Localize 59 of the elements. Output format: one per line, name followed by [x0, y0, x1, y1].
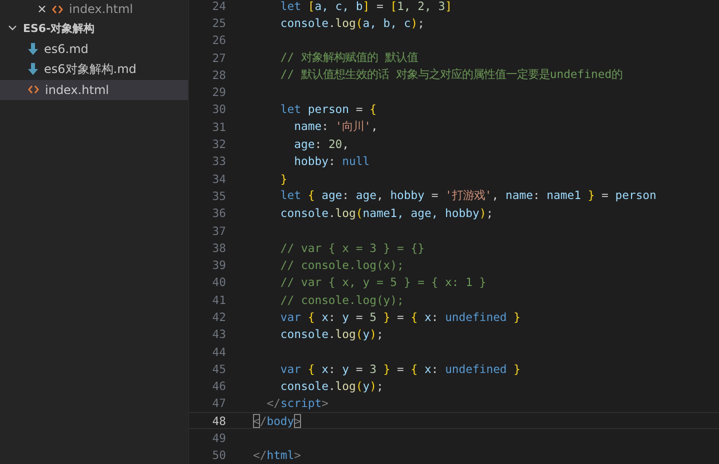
line-number: 31	[211, 120, 226, 134]
code-line: console.log(y);	[279, 327, 384, 342]
line-number: 38	[211, 240, 226, 255]
code-line: // console.log(x);	[279, 258, 404, 272]
code-line: var { x: y = 3 } = { x: undefined }	[279, 362, 520, 376]
line-number: 25	[211, 16, 226, 30]
line-number: 35	[211, 188, 226, 203]
code-line: // 默认值想生效的话 对象与之对应的属性值一定要是undefined的	[279, 67, 623, 82]
line-number: 47	[211, 396, 226, 410]
code-line: // 对象解构赋值的 默认值	[279, 50, 418, 66]
line-number: 42	[211, 310, 226, 324]
code-line: console.log(name1, age, hobby);	[279, 206, 494, 220]
line-number: 43	[211, 327, 226, 342]
line-number: 39	[211, 258, 226, 272]
code-line: // var { x, y = 5 } = { x: 1 }	[279, 275, 486, 290]
line-number: 27	[211, 50, 226, 65]
arrow-down-icon	[28, 42, 38, 55]
line-number: 50	[211, 448, 226, 462]
code-line: </html>	[253, 448, 302, 462]
line-number: 36	[211, 206, 226, 220]
code-line: let person = {	[279, 102, 376, 116]
line-number: 41	[211, 292, 226, 307]
code-line: let { age: age, hobby = '打游戏', name: name1 } = person	[279, 188, 656, 204]
line-number: 45	[211, 362, 226, 376]
line-number: 40	[211, 275, 226, 290]
code-brackets-icon	[28, 85, 39, 94]
code-line: let [a, c, b] = [1, 2, 3]	[279, 0, 452, 13]
code-line: </script>	[266, 396, 328, 410]
arrow-down-icon	[28, 63, 38, 76]
line-number: 29	[211, 85, 226, 100]
code-line: console.log(a, b, c);	[279, 16, 424, 30]
file-name[interactable]: index.html	[69, 2, 133, 16]
line-number: 32	[211, 137, 226, 152]
line-number: 24	[211, 0, 226, 13]
code-line: // var { x = 3 } = {}	[279, 240, 424, 255]
line-number: 30	[211, 102, 226, 116]
line-number: 33	[211, 154, 226, 168]
file-item[interactable]: es6.md	[0, 38, 188, 59]
code-line: console.log(y);	[279, 379, 384, 394]
code-line: // console.log(y);	[279, 292, 404, 307]
line-number: 26	[211, 33, 226, 48]
line-number: 49	[211, 431, 226, 446]
code-line: age: 20,	[293, 137, 350, 152]
code-brackets-icon	[52, 4, 63, 14]
line-number: 46	[211, 379, 226, 394]
code-line: var { x: y = 5 } = { x: undefined }	[279, 310, 520, 324]
close-icon[interactable]	[38, 5, 46, 13]
line-number: 44	[211, 344, 226, 359]
code-line: name: '向川',	[293, 119, 378, 134]
line-number: 34	[211, 172, 226, 186]
line-number: 28	[211, 68, 226, 82]
line-number: 37	[211, 224, 226, 238]
chevron-down-icon	[8, 25, 17, 32]
code-line: hobby: null	[293, 154, 370, 168]
file-item[interactable]: es6对象解构.md	[0, 59, 188, 80]
file-item[interactable]: index.html	[0, 80, 188, 100]
folder-name[interactable]: ES6-对象解构	[23, 20, 95, 36]
line-number: 48	[211, 414, 226, 428]
code-line: }	[279, 172, 288, 186]
